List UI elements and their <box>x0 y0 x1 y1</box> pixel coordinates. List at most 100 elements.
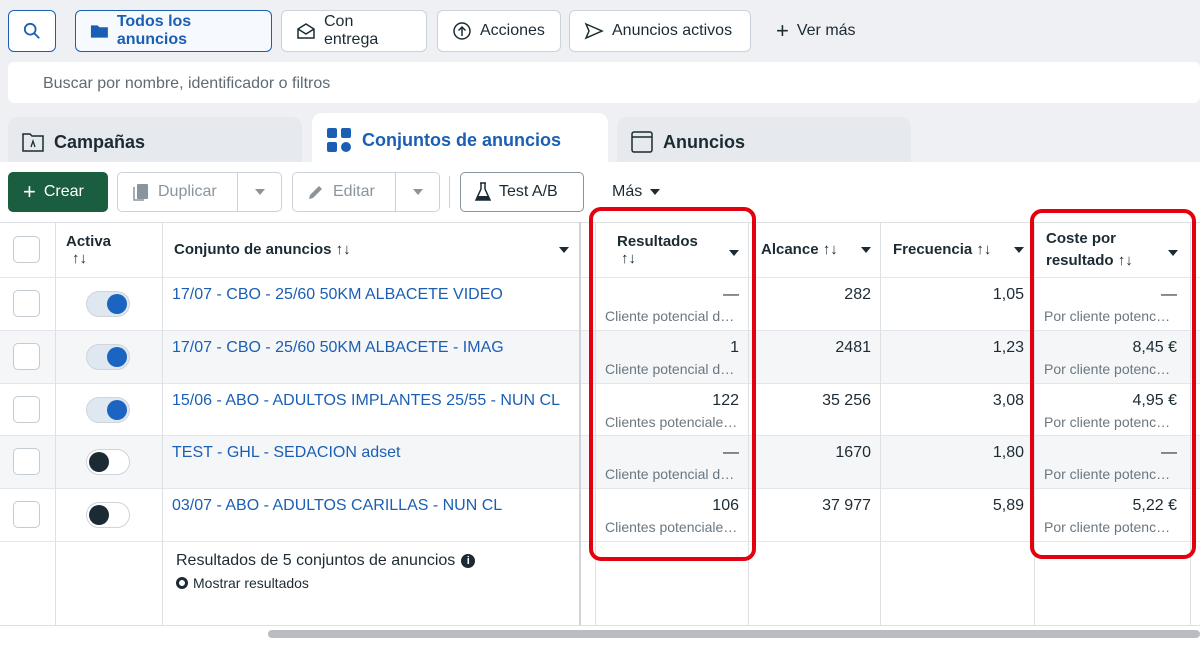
edit-button[interactable]: Editar <box>292 172 440 212</box>
tab-anuncios[interactable]: Anuncios <box>617 117 911 167</box>
show-results-label: Mostrar resultados <box>193 575 309 591</box>
header-frequency[interactable]: Frecuencia ↑↓ <box>893 222 1024 277</box>
cost-value: — <box>1161 444 1177 462</box>
active-toggle[interactable] <box>86 396 130 423</box>
frequency-value: 1,80 <box>992 444 1024 462</box>
search-icon <box>23 22 40 39</box>
info-icon[interactable]: i <box>461 554 476 568</box>
cost-value: 8,45 € <box>1132 338 1177 356</box>
caret-down-icon <box>412 189 423 195</box>
select-all-checkbox[interactable] <box>13 236 40 263</box>
caret-down-icon[interactable] <box>861 246 871 253</box>
tab-campanas[interactable]: Campañas <box>8 117 302 167</box>
create-label: Crear <box>43 183 84 200</box>
filter-con-entrega[interactable]: Con entrega <box>281 10 427 52</box>
col-divider <box>748 222 749 625</box>
active-toggle[interactable] <box>86 291 130 317</box>
header-reach[interactable]: Alcance ↑↓ <box>761 222 871 277</box>
results-type: Clientes potenciales… <box>605 413 739 430</box>
header-cost-per-result[interactable]: Coste por resultado ↑↓ <box>1046 222 1178 277</box>
cost-type: Por cliente potenci… <box>1044 466 1172 483</box>
col-divider <box>880 222 881 625</box>
caret-down-icon[interactable] <box>1014 246 1024 253</box>
ver-mas-button[interactable]: + Ver más <box>762 10 870 52</box>
plus-icon: + <box>23 179 36 204</box>
header-label: Frecuencia <box>893 241 973 258</box>
ver-mas-label: Ver más <box>796 22 856 39</box>
sort-icon: ↑↓ <box>335 241 351 258</box>
adset-name-link[interactable]: 17/07 - CBO - 25/60 50KM ALBACETE VIDEO <box>172 286 572 304</box>
ad-window-icon <box>631 131 653 153</box>
row-checkbox[interactable] <box>13 395 40 423</box>
active-toggle[interactable] <box>86 449 130 476</box>
adset-name-link[interactable]: 17/07 - CBO - 25/60 50KM ALBACETE - IMAG <box>172 339 572 357</box>
send-icon <box>584 22 604 40</box>
tab-label: Anuncios <box>663 131 746 152</box>
ab-test-label: Test A/B <box>499 183 558 200</box>
row-checkbox[interactable] <box>13 290 40 317</box>
duplicate-button[interactable]: Duplicar <box>117 172 282 212</box>
search-button[interactable] <box>8 10 56 52</box>
caret-down-icon[interactable] <box>729 250 739 256</box>
filter-label: Acciones <box>480 22 545 39</box>
caret-down-icon[interactable] <box>559 246 569 253</box>
sort-icon: ↑↓ <box>1117 251 1133 269</box>
results-type: Clientes potenciales… <box>605 519 739 536</box>
cost-type: Por cliente potenci… <box>1044 519 1172 536</box>
results-value: 122 <box>712 391 739 409</box>
pencil-icon <box>309 186 322 199</box>
frequency-value: 3,08 <box>992 391 1024 409</box>
create-button[interactable]: + Crear <box>8 172 108 212</box>
show-results-link[interactable]: Mostrar resultados <box>176 575 309 591</box>
sort-icon: ↑↓ <box>822 241 838 258</box>
search-input[interactable]: Buscar por nombre, identificador o filtr… <box>8 62 1200 103</box>
header-results[interactable]: Resultados ↑↓ <box>617 222 739 277</box>
results-type: Cliente potencial de … <box>605 308 739 324</box>
row-checkbox[interactable] <box>13 501 40 529</box>
frequency-value: 5,89 <box>992 497 1024 515</box>
edit-dropdown[interactable] <box>395 173 439 211</box>
results-summary: Resultados de 5 conjuntos de anuncios i <box>176 552 476 570</box>
cost-value: 4,95 € <box>1132 391 1177 409</box>
filter-anuncios-activos[interactable]: Anuncios activos <box>569 10 751 52</box>
tab-label: Conjuntos de anuncios <box>362 129 562 150</box>
results-value: — <box>723 444 739 462</box>
tab-conjuntos-de-anuncios[interactable]: Conjuntos de anuncios <box>312 113 608 167</box>
reach-value: 37 977 <box>822 497 871 515</box>
caret-down-icon[interactable] <box>1168 250 1178 256</box>
adset-name-link[interactable]: 15/06 - ABO - ADULTOS IMPLANTES 25/55 - … <box>172 392 572 410</box>
duplicate-dropdown[interactable] <box>237 173 281 211</box>
adset-name-link[interactable]: 03/07 - ABO - ADULTOS CARILLAS - NUN CL <box>172 497 572 515</box>
reach-value: 35 256 <box>822 391 871 409</box>
header-label: Coste por <box>1046 229 1117 247</box>
adset-name-link[interactable]: TEST - GHL - SEDACION adset <box>172 444 572 462</box>
arrow-up-circle-icon <box>453 22 471 40</box>
col-divider <box>162 222 163 625</box>
cost-type: Por cliente potenci… <box>1044 413 1172 430</box>
sort-icon: ↑↓ <box>976 241 992 258</box>
eye-icon <box>176 577 188 589</box>
filter-todos-los-anuncios[interactable]: Todos los anuncios <box>75 10 272 52</box>
col-divider <box>1034 222 1035 625</box>
frequency-value: 1,05 <box>992 286 1024 303</box>
cost-type: Por cliente potenci… <box>1044 360 1172 377</box>
col-divider <box>595 222 596 625</box>
active-toggle[interactable] <box>86 343 130 370</box>
header-active[interactable]: Activa ↑↓ <box>66 222 111 277</box>
row-checkbox[interactable] <box>13 448 40 476</box>
grid-icon <box>327 128 351 152</box>
more-button[interactable]: Más <box>598 172 675 212</box>
header-label: Activa <box>66 232 112 250</box>
row-checkbox[interactable] <box>13 342 40 370</box>
reach-value: 1670 <box>835 444 871 462</box>
cost-value: — <box>1161 286 1177 303</box>
active-toggle[interactable] <box>86 502 130 529</box>
header-label: Conjunto de anuncios <box>174 241 332 258</box>
ab-test-button[interactable]: Test A/B <box>460 172 584 212</box>
header-name[interactable]: Conjunto de anuncios ↑↓ <box>174 222 569 277</box>
results-type: Cliente potencial de … <box>605 466 739 483</box>
filter-acciones[interactable]: Acciones <box>437 10 561 52</box>
horizontal-scrollbar[interactable] <box>268 630 1200 638</box>
toggle-knob <box>89 505 109 526</box>
col-divider <box>1190 222 1191 625</box>
